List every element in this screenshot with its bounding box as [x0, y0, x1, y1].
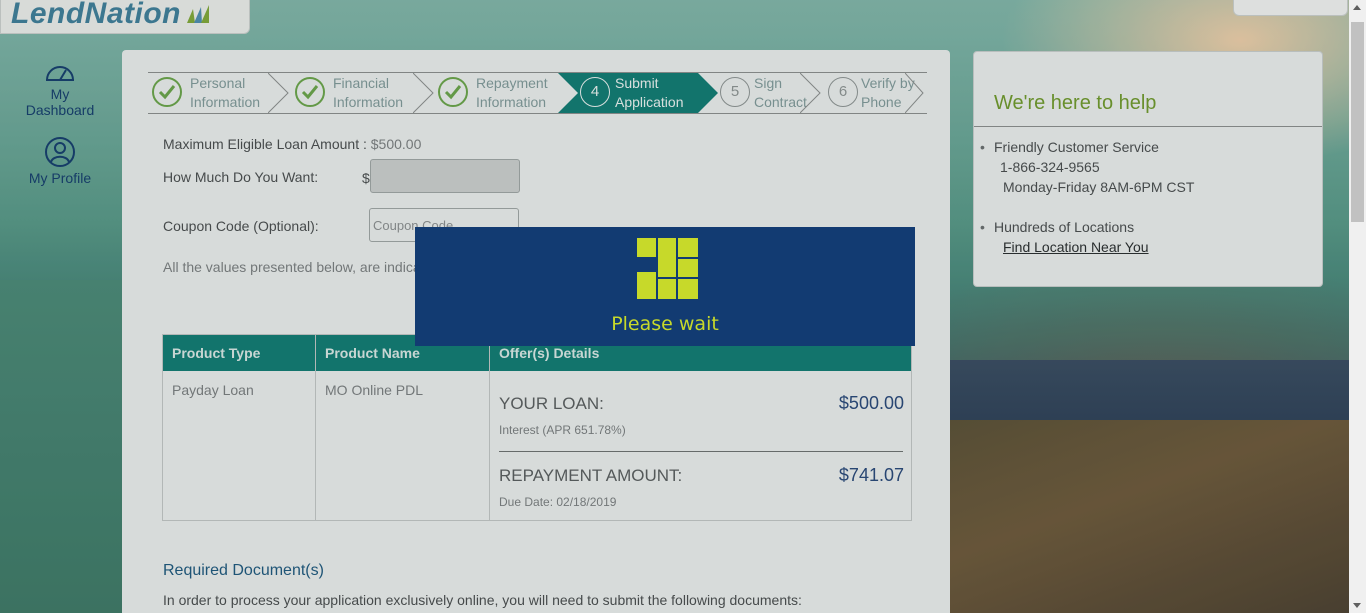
- sidebar-item-label: Dashboard: [25, 102, 95, 118]
- help-card: We're here to help Friendly Customer Ser…: [973, 51, 1323, 287]
- loading-grid-icon: [637, 238, 698, 299]
- repayment-amount: $741.07: [838, 465, 904, 485]
- step-sign-contract[interactable]: 5 Sign Contract: [720, 73, 825, 113]
- max-loan-row: Maximum Eligible Loan Amount : $500.00: [163, 136, 421, 152]
- step-verify-by-phone[interactable]: 6 Verify by Phone: [826, 73, 926, 113]
- find-location-link[interactable]: Find Location Near You: [1003, 239, 1149, 255]
- due-date-text: Due Date: 02/18/2019: [499, 495, 617, 509]
- max-loan-value: $500.00: [370, 136, 422, 152]
- support-hours: Monday-Friday 8AM-6PM CST: [1003, 179, 1195, 195]
- step-financial-information[interactable]: Financial Information: [291, 73, 434, 113]
- support-phone: 1-866-324-9565: [1000, 159, 1100, 175]
- background-field-right: [950, 420, 1366, 613]
- interest-text: Interest (APR 651.78%): [499, 423, 626, 437]
- step-number: 5: [720, 77, 750, 107]
- progress-stepper: Personal Information Financial Informati…: [148, 72, 927, 114]
- check-icon: [438, 77, 468, 107]
- sidebar-item-label: My: [50, 86, 70, 102]
- step-submit-application[interactable]: 4 Submit Application: [578, 73, 708, 113]
- side-nav: My Dashboard My Profile: [0, 60, 120, 204]
- check-icon: [295, 77, 325, 107]
- chevron-right-icon: [413, 73, 434, 113]
- step-label: Contract: [754, 94, 807, 110]
- help-divider: [974, 126, 1322, 127]
- step-label: Personal: [190, 75, 246, 91]
- step-repayment-information[interactable]: Repayment Information: [435, 73, 560, 113]
- page-scrollbar[interactable]: [1349, 0, 1366, 613]
- max-loan-label: Maximum Eligible Loan Amount :: [163, 136, 371, 152]
- step-label: Information: [476, 94, 547, 110]
- logo-text: LendNation: [11, 0, 181, 30]
- your-loan-label: YOUR LOAN:: [499, 394, 604, 413]
- step-label: Information: [333, 94, 404, 110]
- customer-service-label: Friendly Customer Service: [980, 139, 1159, 155]
- chevron-right-icon: [268, 73, 289, 113]
- step-label: Sign: [754, 75, 783, 91]
- scroll-down-arrow-icon[interactable]: [1353, 603, 1361, 608]
- repayment-amount-label: REPAYMENT AMOUNT:: [499, 466, 683, 485]
- please-wait-text: Please wait: [611, 313, 719, 335]
- loan-amount-label: How Much Do You Want:: [163, 169, 319, 185]
- required-documents-text: In order to process your application exc…: [163, 592, 802, 608]
- menu-toggle-button[interactable]: [1233, 0, 1348, 16]
- step-label: Financial: [333, 75, 390, 91]
- step-label: Application: [615, 94, 684, 110]
- step-number: 4: [580, 77, 610, 107]
- step-label: Submit: [615, 75, 659, 91]
- step-personal-information[interactable]: Personal Information: [148, 73, 289, 113]
- required-documents-title: Required Document(s): [163, 562, 324, 579]
- check-icon: [152, 77, 182, 107]
- offer-table: Product Type Product Name Offer(s) Detai…: [162, 334, 912, 521]
- dashboard-gauge-icon: [46, 66, 74, 81]
- offer-divider: [499, 451, 903, 452]
- step-label: Repayment: [476, 75, 548, 91]
- table-cell-product-name: MO Online PDL: [325, 382, 424, 398]
- table-cell-product-type: Payday Loan: [172, 382, 254, 398]
- your-loan-amount: $500.00: [838, 393, 904, 413]
- locations-label: Hundreds of Locations: [980, 219, 1134, 235]
- logo[interactable]: LendNation: [0, 0, 250, 34]
- coupon-code-label: Coupon Code (Optional):: [163, 218, 319, 234]
- table-header-product-type: Product Type: [163, 335, 316, 371]
- sidebar-item-label: My Profile: [28, 170, 92, 186]
- please-wait-modal: Please wait: [415, 227, 915, 346]
- scroll-up-arrow-icon[interactable]: [1353, 5, 1361, 10]
- step-label: Information: [190, 94, 261, 110]
- chevron-right-icon: [905, 73, 924, 113]
- help-title: We're here to help: [994, 92, 1157, 114]
- background-field-left: [0, 280, 130, 613]
- profile-person-icon: [45, 137, 75, 167]
- disclaimer-text: All the values presented below, are indi…: [163, 259, 428, 275]
- step-number: 6: [828, 77, 858, 107]
- chevron-right-icon: [800, 73, 821, 113]
- scroll-thumb[interactable]: [1351, 22, 1364, 222]
- sidebar-item-dashboard[interactable]: My Dashboard: [0, 60, 120, 118]
- currency-symbol: $: [362, 170, 370, 186]
- logo-leaf-icon: [187, 5, 210, 23]
- loan-amount-input[interactable]: [370, 159, 520, 193]
- sidebar-item-profile[interactable]: My Profile: [0, 136, 120, 186]
